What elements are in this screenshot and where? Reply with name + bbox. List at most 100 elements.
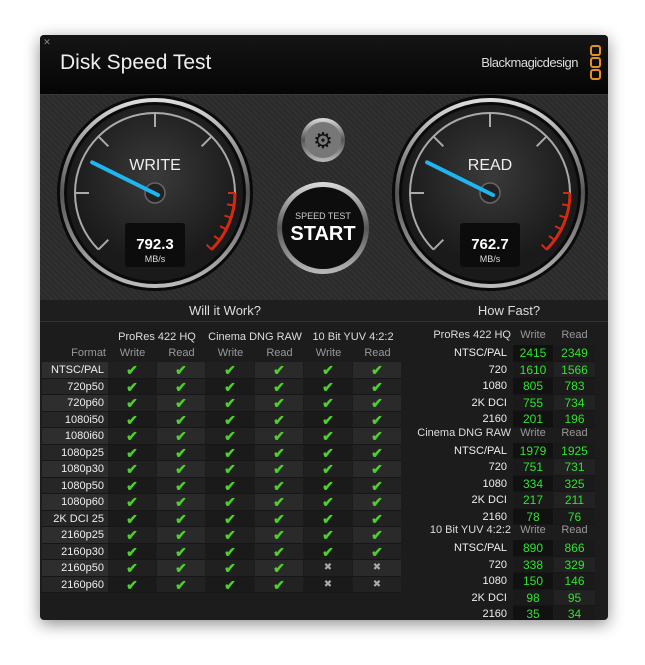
write-speed-value: 217 [513, 492, 553, 509]
cross-icon: ✖ [304, 576, 352, 593]
read-header: Read [561, 329, 588, 341]
gauge-panel: WRITE 792.3 MB/s READ 762.7 MB/s ⚙ SPEED TEST ST… [40, 95, 608, 300]
check-icon: ✔ [108, 527, 156, 544]
how-fast-group-header: Cinema DNG RAW [417, 426, 511, 439]
write-gauge: WRITE 792.3MB/s [57, 95, 253, 291]
how-fast-row-label: NTSC/PAL [454, 347, 507, 359]
how-fast-row-label: 720 [488, 558, 507, 571]
start-button[interactable]: SPEED TEST START [277, 182, 369, 274]
format-row-label: 2160p25 [42, 527, 108, 544]
brand-logo-icon [590, 45, 602, 81]
write-speed-value: 751 [513, 459, 553, 476]
check-icon: ✔ [157, 428, 205, 445]
check-icon: ✔ [206, 461, 254, 478]
check-icon: ✔ [206, 362, 254, 379]
how-fast-row-label: 720 [488, 461, 507, 473]
subcol-header: Read [266, 347, 293, 359]
check-icon: ✔ [157, 444, 205, 461]
write-speed-value: 150 [513, 573, 553, 590]
check-icon: ✔ [255, 527, 303, 544]
check-icon: ✔ [157, 395, 205, 412]
subcol-header: Write [217, 347, 244, 359]
close-icon[interactable]: ✕ [42, 37, 52, 47]
brand-logo-text: Blackmagicdesign [481, 55, 578, 70]
subcol-header: Read [168, 347, 195, 359]
check-icon: ✔ [157, 576, 205, 593]
group-header: Cinema DNG RAW [208, 331, 302, 343]
will-it-work-title: Will it Work? [40, 300, 410, 322]
check-icon: ✔ [353, 461, 401, 478]
check-icon: ✔ [206, 510, 254, 527]
write-speed-value: 201 [513, 411, 553, 428]
check-icon: ✔ [108, 576, 156, 593]
write-speed-value: 98 [513, 589, 553, 606]
how-fast-row-label: 2160 [482, 510, 507, 523]
check-icon: ✔ [353, 411, 401, 428]
check-icon: ✔ [304, 444, 352, 461]
read-speed-value: 211 [554, 492, 595, 509]
check-icon: ✔ [353, 494, 401, 511]
gauge-unit: MB/s [145, 254, 166, 264]
read-speed-value: 866 [554, 540, 595, 557]
gauges-svg: WRITE792.3MB/sREAD762.7MB/s⚙SPEED TESTST… [57, 95, 588, 291]
check-icon: ✔ [108, 510, 156, 527]
check-icon: ✔ [206, 428, 254, 445]
write-speed-value: 890 [513, 540, 553, 557]
settings-button[interactable]: ⚙ [301, 118, 345, 162]
check-icon: ✔ [304, 395, 352, 412]
check-icon: ✔ [206, 444, 254, 461]
read-speed-value: 1566 [554, 361, 595, 378]
header: ✕ Disk Speed Test Blackmagicdesign [40, 35, 608, 95]
how-fast-row-label: 1080 [482, 477, 507, 490]
gauge-red-tick [226, 203, 235, 207]
check-icon: ✔ [255, 510, 303, 527]
write-speed-value: 78 [513, 508, 553, 525]
check-icon: ✔ [108, 444, 156, 461]
check-icon: ✔ [255, 543, 303, 560]
how-fast-row-label: NTSC/PAL [454, 444, 507, 457]
subcol-header: Read [364, 347, 391, 359]
write-speed-value: 1610 [513, 361, 553, 378]
check-icon: ✔ [108, 494, 156, 511]
read-speed-value: 734 [554, 394, 595, 411]
check-icon: ✔ [157, 477, 205, 494]
check-icon: ✔ [157, 543, 205, 560]
check-icon: ✔ [108, 378, 156, 395]
how-fast-row-label: 1080 [482, 575, 507, 587]
check-icon: ✔ [353, 477, 401, 494]
format-row-label: 1080i60 [42, 428, 108, 445]
read-speed-value: 34 [554, 606, 595, 620]
check-icon: ✔ [353, 510, 401, 527]
how-fast-row-label: 2160 [482, 608, 507, 620]
check-icon: ✔ [206, 378, 254, 395]
check-icon: ✔ [353, 378, 401, 395]
gauge-unit: MB/s [480, 254, 501, 264]
check-icon: ✔ [206, 527, 254, 544]
gauge-label: WRITE [129, 157, 181, 174]
check-icon: ✔ [304, 461, 352, 478]
check-icon: ✔ [353, 428, 401, 445]
start-button-label: START [290, 223, 355, 245]
write-header: Write [520, 426, 546, 439]
check-icon: ✔ [157, 378, 205, 395]
read-header: Read [561, 426, 588, 439]
check-icon: ✔ [255, 560, 303, 577]
format-row-label: 720p60 [42, 395, 108, 412]
how-fast-row-label: 2K DCI [471, 494, 507, 506]
group-header: ProRes 422 HQ [118, 331, 196, 343]
check-icon: ✔ [255, 411, 303, 428]
subcol-header: Write [315, 347, 342, 359]
read-header: Read [561, 524, 588, 536]
check-icon: ✔ [206, 560, 254, 577]
format-row-label: 1080p30 [42, 461, 108, 478]
gauge-label: READ [468, 157, 512, 174]
check-icon: ✔ [304, 510, 352, 527]
cross-icon: ✖ [353, 560, 401, 577]
check-icon: ✔ [157, 527, 205, 544]
check-icon: ✔ [353, 362, 401, 379]
check-icon: ✔ [108, 477, 156, 494]
format-row-label: 2160p30 [42, 543, 108, 560]
check-icon: ✔ [304, 527, 352, 544]
write-speed-value: 35 [513, 606, 553, 620]
check-icon: ✔ [353, 395, 401, 412]
